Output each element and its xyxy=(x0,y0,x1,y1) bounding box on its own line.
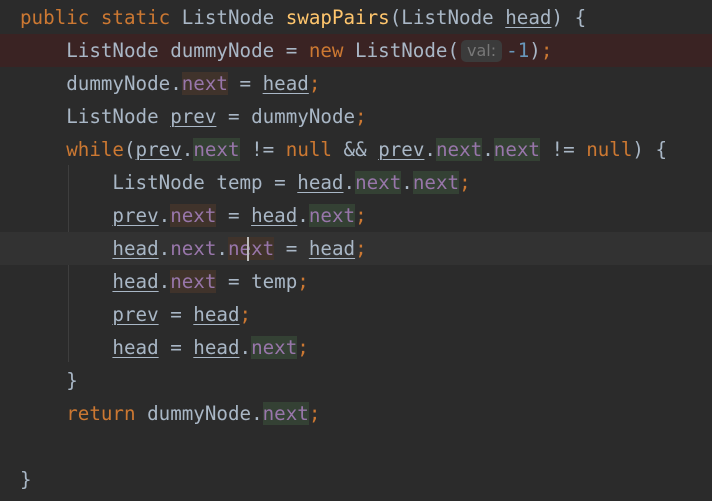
var-temp: temp xyxy=(251,270,298,293)
var-head: head xyxy=(112,270,159,293)
code-line-4[interactable]: ListNode prev = dummyNode; xyxy=(0,100,712,133)
code-text: } xyxy=(20,463,32,496)
method-name: swapPairs xyxy=(285,6,390,29)
type-listnode: ListNode xyxy=(66,39,159,62)
code-text: head.next.next = head; xyxy=(112,237,367,260)
code-line-11[interactable]: head = head.next; xyxy=(0,331,712,364)
var-head: head xyxy=(308,237,356,260)
type-listnode: ListNode xyxy=(66,105,159,128)
keyword-new: new xyxy=(308,39,344,62)
code-line-2[interactable]: ListNode dummyNode = new ListNode(val: -1… xyxy=(0,34,712,67)
code-line-1[interactable]: public static ListNode swapPairs(ListNod… xyxy=(0,1,712,34)
field-next: next xyxy=(262,402,309,425)
var-head: head xyxy=(262,72,309,95)
code-line-13[interactable]: return dummyNode.next; xyxy=(0,397,712,430)
code-text: prev = head; xyxy=(112,303,252,326)
text-caret xyxy=(247,237,249,261)
code-line-10[interactable]: prev = head; xyxy=(0,298,712,331)
close-brace: } xyxy=(20,468,32,491)
field-next: next xyxy=(227,237,275,260)
number-literal: -1 xyxy=(506,39,530,62)
var-dummynode: dummyNode xyxy=(66,72,171,95)
var-prev: prev xyxy=(170,105,217,128)
close-brace: } xyxy=(66,369,78,392)
code-line-12[interactable]: } xyxy=(0,364,712,397)
code-line-5[interactable]: while(prev.next != null && prev.next.nex… xyxy=(0,133,712,166)
field-next: next xyxy=(493,138,540,161)
field-next: next xyxy=(412,171,460,194)
code-line-9[interactable]: head.next = temp; xyxy=(0,265,712,298)
var-prev: prev xyxy=(378,138,425,161)
code-text: ListNode dummyNode = new ListNode(val: -1… xyxy=(66,39,553,62)
code-line-7[interactable]: prev.next = head.next; xyxy=(0,199,712,232)
type-listnode: ListNode xyxy=(112,171,205,194)
var-prev: prev xyxy=(112,204,159,227)
var-head: head xyxy=(112,336,159,359)
code-text: public static ListNode swapPairs(ListNod… xyxy=(20,6,587,29)
type-listnode: ListNode xyxy=(181,6,275,29)
var-head: head xyxy=(193,303,240,326)
code-line-15[interactable]: } xyxy=(0,463,712,496)
code-text: } xyxy=(20,364,78,397)
type-listnode: ListNode xyxy=(401,6,494,29)
field-next: next xyxy=(170,270,217,293)
code-text: ListNode temp = head.next.next; xyxy=(112,171,471,194)
field-next: next xyxy=(355,171,402,194)
var-dummynode: dummyNode xyxy=(147,402,252,425)
code-text: return dummyNode.next; xyxy=(66,402,321,425)
field-next: next xyxy=(251,336,298,359)
type-listnode: ListNode xyxy=(355,39,448,62)
keyword-public: public xyxy=(20,6,90,29)
code-text: while(prev.next != null && prev.next.nex… xyxy=(66,138,668,161)
code-text: head = head.next; xyxy=(112,336,309,359)
open-brace: { xyxy=(574,6,587,29)
code-line-8[interactable]: head.next.next = head; xyxy=(0,232,712,265)
keyword-while: while xyxy=(66,138,124,161)
var-head: head xyxy=(112,237,159,260)
var-dummynode: dummyNode xyxy=(170,39,275,62)
code-text: ListNode prev = dummyNode; xyxy=(66,105,367,128)
param-head: head xyxy=(505,6,552,29)
keyword-null: null xyxy=(285,138,332,161)
keyword-static: static xyxy=(100,6,171,29)
code-text: prev.next = head.next; xyxy=(112,204,367,227)
code-line-6[interactable]: ListNode temp = head.next.next; xyxy=(0,166,712,199)
keyword-return: return xyxy=(66,402,136,425)
code-line-14[interactable] xyxy=(0,430,712,463)
open-brace: { xyxy=(655,138,668,161)
var-head: head xyxy=(297,171,344,194)
field-next: next xyxy=(308,204,356,227)
code-editor[interactable]: public static ListNode swapPairs(ListNod… xyxy=(0,0,712,501)
code-text: dummyNode.next = head; xyxy=(66,72,321,95)
field-next: next xyxy=(435,138,483,161)
field-next: next xyxy=(170,204,217,227)
field-next: next xyxy=(193,138,240,161)
code-line-3[interactable]: dummyNode.next = head; xyxy=(0,67,712,100)
code-text: head.next = temp; xyxy=(112,270,309,293)
var-temp: temp xyxy=(216,171,263,194)
var-prev: prev xyxy=(112,303,159,326)
field-next: next xyxy=(181,72,228,95)
parameter-hint: val: xyxy=(461,40,503,62)
var-dummynode: dummyNode xyxy=(251,105,356,128)
var-prev: prev xyxy=(135,138,182,161)
keyword-null: null xyxy=(586,138,633,161)
var-head: head xyxy=(193,336,240,359)
field-next: next xyxy=(170,237,217,260)
var-head: head xyxy=(251,204,298,227)
